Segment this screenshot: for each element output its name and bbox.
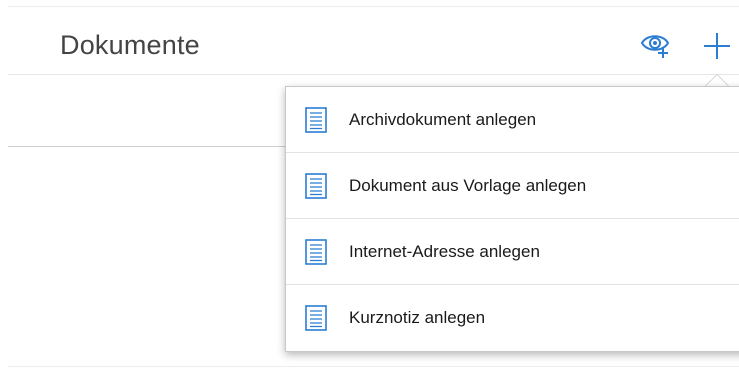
menu-item-label: Dokument aus Vorlage anlegen [349,175,587,195]
plus-icon [704,33,730,59]
content-divider [8,146,286,147]
add-dropdown-menu: Archivdokument anlegen Dokument aus Vorl… [285,86,739,352]
menu-item-internet-adresse[interactable]: Internet-Adresse anlegen [286,219,739,285]
menu-item-archivdokument[interactable]: Archivdokument anlegen [286,87,739,153]
menu-item-dokument-aus-vorlage[interactable]: Dokument aus Vorlage anlegen [286,153,739,219]
menu-item-label: Internet-Adresse anlegen [349,241,540,261]
add-button[interactable] [695,24,739,68]
page-title: Dokumente [60,30,200,60]
document-icon [305,107,327,133]
eye-add-icon [640,35,670,58]
top-edge-divider [8,6,739,7]
menu-item-label: Archivdokument anlegen [349,109,537,129]
menu-item-label: Kurznotiz anlegen [349,308,486,327]
header-divider [8,74,739,75]
menu-item-kurznotiz[interactable]: Kurznotiz anlegen [286,285,739,351]
visibility-button[interactable] [638,27,674,63]
bottom-divider [8,366,739,367]
document-icon [305,305,327,331]
document-icon [305,239,327,265]
document-icon [305,173,327,199]
